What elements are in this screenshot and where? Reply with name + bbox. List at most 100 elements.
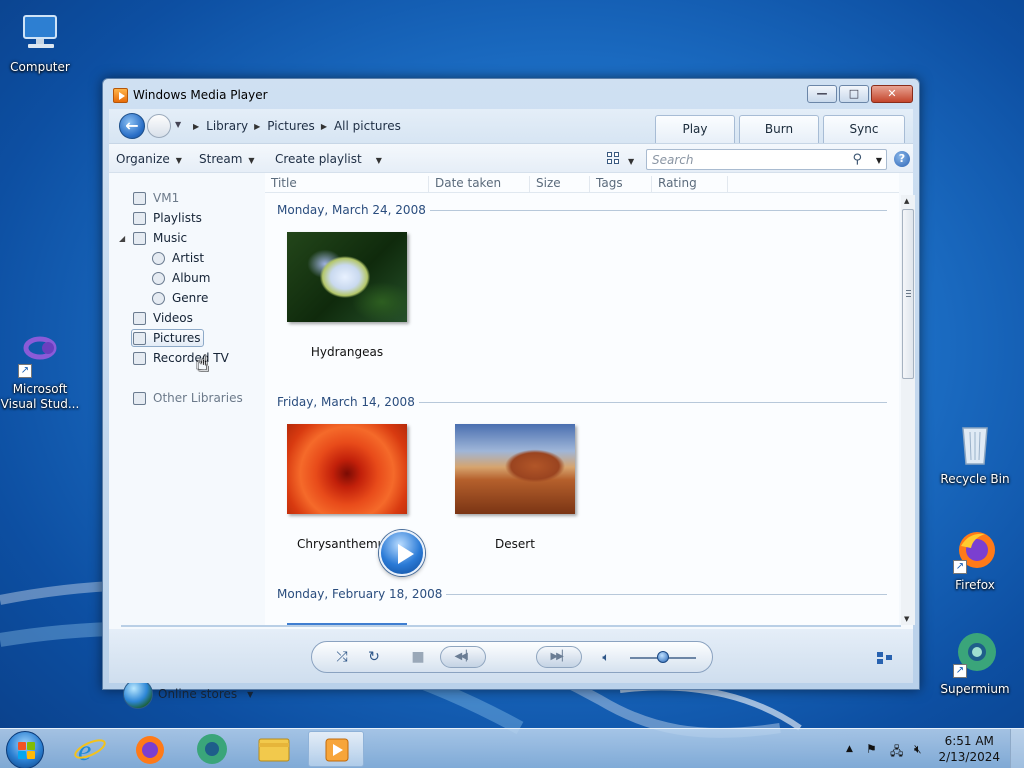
switch-to-now-playing-icon[interactable] [877, 652, 893, 664]
breadcrumb-separator-icon[interactable]: ▶ [254, 122, 260, 131]
thumbnail-desert[interactable] [455, 424, 575, 514]
online-stores-button[interactable]: Online stores ▼ [123, 679, 253, 709]
taskbar-supermium[interactable] [184, 731, 240, 767]
nav-item-pictures[interactable]: Pictures [131, 329, 204, 347]
thumbnail-chrysanthemum[interactable] [287, 424, 407, 514]
column-rating[interactable]: Rating [652, 176, 728, 192]
minimize-button[interactable]: — [807, 85, 837, 103]
scroll-up-icon[interactable]: ▲ [904, 197, 909, 205]
vertical-scrollbar[interactable]: ▲ ▼ [901, 195, 915, 625]
nav-item-label: Album [172, 271, 211, 285]
breadcrumb-library[interactable]: Library [206, 119, 248, 133]
network-icon[interactable]: 🖧︎ [890, 742, 903, 763]
clock-time: 6:51 AM [944, 734, 994, 748]
stream-menu[interactable]: Stream ▼ [199, 152, 255, 166]
show-desktop-button[interactable] [1010, 729, 1024, 768]
speaker-icon[interactable]: 🔈︎ [596, 642, 616, 672]
breadcrumb-separator-icon[interactable]: ▶ [321, 122, 327, 131]
recent-pages-chevron-icon[interactable]: ▼ [175, 120, 181, 129]
view-options-icon[interactable] [607, 152, 621, 166]
breadcrumb-pictures[interactable]: Pictures [267, 119, 315, 133]
breadcrumb-all-pictures[interactable]: All pictures [334, 119, 401, 133]
caption-buttons: — □ ✕ [805, 85, 913, 103]
nav-item-label: Music [153, 231, 188, 245]
organize-label: Organize [116, 152, 170, 166]
chevron-down-icon: ▼ [248, 156, 255, 165]
search-placeholder: Search [652, 153, 694, 167]
tab-burn[interactable]: Burn [739, 115, 819, 143]
maximize-button[interactable]: □ [839, 85, 869, 103]
taskbar-firefox[interactable] [122, 731, 178, 767]
stop-icon[interactable]: ■ [406, 642, 430, 672]
transport-controls: ⤮ ↻ ■ ◀◀▏ ▶▶▏ 🔈︎ [311, 641, 713, 673]
desktop-icon-visual-studio[interactable]: ↗ Microsoft Visual Stud... [0, 330, 80, 412]
system-clock[interactable]: 6:51 AM 2/13/2024 [938, 733, 1000, 765]
nav-item-music[interactable]: Music [133, 229, 187, 247]
computer-icon [16, 8, 64, 56]
action-center-flag-icon[interactable]: ⚑ [866, 742, 877, 756]
group-header: Friday, March 14, 2008 [277, 393, 887, 411]
globe-icon [123, 679, 153, 709]
taskbar-internet-explorer[interactable]: e [62, 731, 118, 767]
column-size[interactable]: Size [530, 176, 590, 192]
thumbnail-label: Hydrangeas [310, 345, 384, 359]
back-button[interactable]: ← [119, 113, 145, 139]
firefox-icon [136, 736, 164, 764]
album-icon [152, 271, 165, 285]
forward-button[interactable] [147, 114, 171, 138]
organize-menu[interactable]: Organize ▼ [116, 152, 182, 166]
start-button[interactable] [6, 731, 44, 768]
nav-item-vm1[interactable]: VM1 [133, 189, 179, 207]
shuffle-icon[interactable]: ⤮ [330, 642, 354, 672]
search-options-chevron-icon[interactable]: ▼ [876, 156, 882, 165]
group-header: Monday, March 24, 2008 [277, 201, 887, 219]
nav-item-album[interactable]: Album [152, 269, 210, 287]
desktop-icon-computer[interactable]: Computer [0, 8, 80, 75]
nav-item-videos[interactable]: Videos [133, 309, 193, 327]
create-playlist-menu[interactable]: Create playlist ▼ [275, 152, 382, 166]
nav-item-genre[interactable]: Genre [152, 289, 208, 307]
title-bar[interactable]: Windows Media Player — □ ✕ [103, 79, 919, 109]
genre-icon [152, 291, 165, 305]
collapse-triangle-icon[interactable]: ◢ [119, 234, 125, 243]
clock-date: 2/13/2024 [938, 750, 1000, 764]
nav-item-other-libraries[interactable]: Other Libraries [133, 389, 243, 407]
search-icon[interactable]: ⚲ [852, 152, 862, 167]
scroll-down-icon[interactable]: ▼ [904, 615, 909, 623]
view-options-dropdown[interactable]: ▼ [628, 153, 634, 167]
maximize-icon: □ [848, 87, 860, 100]
taskbar-file-explorer[interactable] [246, 731, 302, 767]
desktop-icon-firefox[interactable]: ↗ Firefox [935, 526, 1015, 593]
close-button[interactable]: ✕ [871, 85, 913, 103]
desktop-icon-recycle-bin[interactable]: Recycle Bin [935, 420, 1015, 487]
nav-item-recorded-tv[interactable]: Recorded TV [133, 349, 229, 367]
nav-item-artist[interactable]: Artist [152, 249, 204, 267]
play-button[interactable] [379, 530, 425, 576]
repeat-icon[interactable]: ↻ [362, 642, 386, 672]
show-hidden-icons-chevron-icon[interactable]: ▲ [846, 744, 853, 754]
taskbar-windows-media-player[interactable] [308, 731, 364, 767]
column-tags[interactable]: Tags [590, 176, 652, 192]
shortcut-arrow-icon: ↗ [953, 560, 967, 574]
window-client: ← ▼ ▶ Library ▶ Pictures ▶ All pictures … [109, 109, 915, 709]
nav-item-playlists[interactable]: Playlists [133, 209, 202, 227]
nav-item-label: VM1 [153, 191, 180, 205]
thumbnail-hydrangeas[interactable] [287, 232, 407, 322]
search-input[interactable]: Search ⚲ ▼ [646, 149, 887, 170]
column-date-taken[interactable]: Date taken [429, 176, 530, 192]
tab-sync[interactable]: Sync [823, 115, 905, 143]
scrollbar-thumb[interactable] [902, 209, 914, 379]
breadcrumb: ▶ Library ▶ Pictures ▶ All pictures [187, 119, 401, 133]
desktop-icon-supermium[interactable]: ↗ Supermium [935, 630, 1015, 697]
previous-button[interactable]: ◀◀▏ [440, 646, 486, 668]
svg-text:e: e [78, 734, 91, 767]
toolbar: Organize ▼ Stream ▼ Create playlist ▼ ▼ Sea… [109, 143, 913, 173]
column-title[interactable]: Title [265, 176, 429, 192]
back-arrow-icon: ← [125, 116, 139, 135]
volume-muted-icon[interactable]: 🔇︎ [914, 742, 922, 757]
tab-play[interactable]: Play [655, 115, 735, 143]
help-icon[interactable]: ? [894, 151, 910, 167]
tv-icon [133, 351, 146, 365]
next-button[interactable]: ▶▶▏ [536, 646, 582, 668]
volume-slider-knob[interactable] [657, 651, 669, 663]
